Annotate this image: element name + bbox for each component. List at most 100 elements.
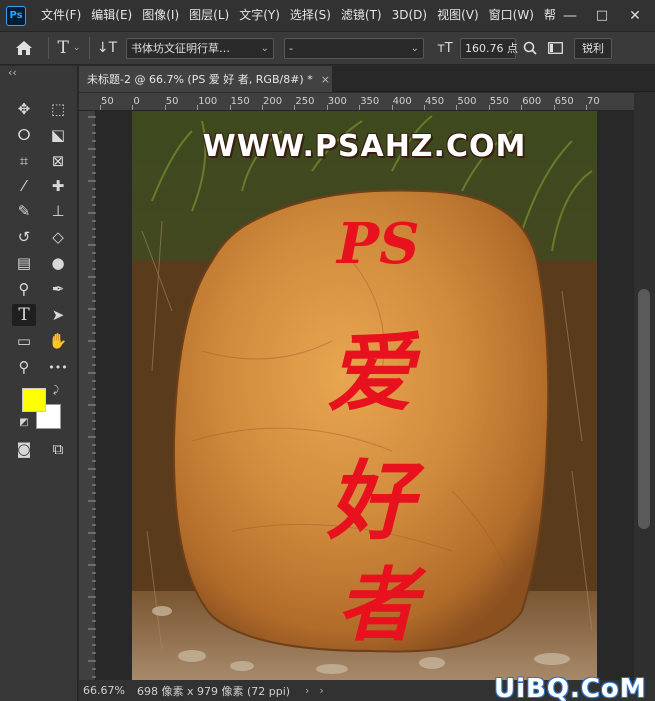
font-style-value: - xyxy=(289,41,293,55)
status-arrow-icon[interactable]: › xyxy=(305,684,309,697)
toggle-orientation-button[interactable]: ↓T xyxy=(90,33,124,63)
dodge-tool-icon: ⚲ xyxy=(18,280,30,298)
pen-tool[interactable]: ✒ xyxy=(46,278,70,300)
ruler-label: 150 xyxy=(230,96,250,107)
ruler-label: 0 xyxy=(133,96,140,107)
ruler-label: 250 xyxy=(295,96,315,107)
healing-tool[interactable]: ✚ xyxy=(46,175,70,197)
menu-type[interactable]: 文字(Y) xyxy=(234,0,285,31)
vertical-ruler xyxy=(79,111,96,680)
blur-tool-icon: ● xyxy=(51,254,65,272)
type-icon: T xyxy=(57,38,69,58)
gradient-tool-icon: ▤ xyxy=(16,254,32,272)
options-bar: T ⌄ ↓T 书体坊文征明行草… ⌄ - ⌄ ᴛT 160.76 点 锐利 xyxy=(0,31,655,65)
font-family-select[interactable]: 书体坊文征明行草… ⌄ xyxy=(126,37,274,59)
menu-select[interactable]: 选择(S) xyxy=(285,0,336,31)
path-select-tool[interactable]: ➤ xyxy=(46,304,70,326)
canvas-area[interactable]: WWW.PSAHZ.COM PS 爱 好 者 xyxy=(97,111,634,680)
home-icon xyxy=(16,41,32,55)
ruler-label: 50 xyxy=(101,96,114,107)
shape-tool-icon: ▭ xyxy=(16,332,32,350)
chevron-down-icon: ⌄ xyxy=(72,43,81,53)
document-tab[interactable]: 未标题-2 @ 66.7% (PS 爱 好 者, RGB/8#) * × xyxy=(79,66,332,92)
scrollbar-thumb[interactable] xyxy=(638,289,650,529)
type-tool-icon: T xyxy=(18,305,30,325)
menu-file[interactable]: 文件(F) xyxy=(36,0,86,31)
ruler-label: 300 xyxy=(327,96,347,107)
hand-tool[interactable]: ✋ xyxy=(46,330,70,352)
panel-toggle-button[interactable] xyxy=(542,33,568,63)
type-tool-preset[interactable]: T ⌄ xyxy=(49,33,89,63)
collapse-icon[interactable]: ‹‹ xyxy=(8,66,17,79)
menu-image[interactable]: 图像(I) xyxy=(137,0,184,31)
marquee-tool[interactable]: ⬚ xyxy=(46,98,70,120)
crop-tool[interactable]: ⌗ xyxy=(12,150,36,172)
document-tab-bar: 未标题-2 @ 66.7% (PS 爱 好 者, RGB/8#) * × xyxy=(79,66,655,92)
font-style-select[interactable]: - ⌄ xyxy=(284,37,424,59)
antialias-select[interactable]: 锐利 xyxy=(574,37,612,59)
ruler-label: 450 xyxy=(425,96,445,107)
photoshop-window: Ps 文件(F) 编辑(E) 图像(I) 图层(L) 文字(Y) 选择(S) 滤… xyxy=(0,0,655,701)
healing-tool-icon: ✚ xyxy=(51,177,65,195)
menu-3d[interactable]: 3D(D) xyxy=(387,0,432,31)
screen-mode-icon: ⧉ xyxy=(52,440,64,458)
vertical-scrollbar[interactable] xyxy=(634,93,655,680)
font-size-icon: ᴛT xyxy=(437,40,453,56)
pen-tool-icon: ✒ xyxy=(51,280,65,298)
crop-tool-icon: ⌗ xyxy=(19,152,29,170)
menu-filter[interactable]: 滤镜(T) xyxy=(336,0,387,31)
dodge-tool[interactable]: ⚲ xyxy=(12,278,36,300)
document-info: 698 像素 x 979 像素 (72 ppi) xyxy=(137,684,291,698)
quick-mask-icon: ◙ xyxy=(16,440,32,458)
path-select-tool-icon: ➤ xyxy=(51,306,65,324)
close-button[interactable]: ✕ xyxy=(621,0,649,31)
type-tool[interactable]: T xyxy=(12,304,36,326)
close-tab-icon[interactable]: × xyxy=(321,73,330,86)
gradient-tool[interactable]: ▤ xyxy=(12,252,36,274)
ruler-label: 200 xyxy=(263,96,283,107)
swap-colors-icon[interactable]: ⤸ xyxy=(50,384,62,396)
eyedropper-tool[interactable]: ⁄ xyxy=(12,175,36,197)
status-arrow-icon[interactable]: › xyxy=(319,684,323,697)
ruler-label: 100 xyxy=(198,96,218,107)
tools-panel: ‹‹ ✥ ⬚ ⵔ ⬕ ⌗ ⊠ ⁄ ✚ ✎ ⊥ ↺ ◇ ▤ ● ⚲ ✒ T ➤ ▭ ✋ ⚲ ••• ⤸ ◩ ◙ ⧉ xyxy=(0,66,78,701)
website-title-text: WWW.PSAHZ.COM xyxy=(202,129,527,164)
menu-edit[interactable]: 编辑(E) xyxy=(86,0,137,31)
default-colors-icon[interactable]: ◩ xyxy=(18,416,30,428)
menu-view[interactable]: 视图(V) xyxy=(432,0,484,31)
quick-mask[interactable]: ◙ xyxy=(12,438,36,460)
home-button[interactable] xyxy=(0,33,48,63)
document-canvas[interactable]: WWW.PSAHZ.COM PS 爱 好 者 xyxy=(132,111,597,680)
zoom-level[interactable]: 66.67% xyxy=(79,684,137,697)
quick-select-tool[interactable]: ⬕ xyxy=(46,124,70,146)
more-tools[interactable]: ••• xyxy=(46,356,70,378)
minimize-button[interactable]: — xyxy=(556,0,584,31)
app-logo[interactable]: Ps xyxy=(6,5,26,26)
frame-tool[interactable]: ⊠ xyxy=(46,150,70,172)
stamp-tool[interactable]: ⊥ xyxy=(46,200,70,222)
ruler-label: 400 xyxy=(392,96,412,107)
zoom-tool[interactable]: ⚲ xyxy=(12,356,36,378)
screen-mode[interactable]: ⧉ xyxy=(46,438,70,460)
canvas-text-hao: 好 xyxy=(327,451,413,552)
history-brush-tool[interactable]: ↺ xyxy=(12,226,36,248)
maximize-button[interactable]: □ xyxy=(588,0,616,31)
search-button[interactable] xyxy=(518,33,542,63)
brush-tool-icon: ✎ xyxy=(17,202,31,220)
blur-tool[interactable]: ● xyxy=(46,252,70,274)
brush-tool[interactable]: ✎ xyxy=(12,200,36,222)
shape-tool[interactable]: ▭ xyxy=(12,330,36,352)
move-tool[interactable]: ✥ xyxy=(12,98,36,120)
menu-layer[interactable]: 图层(L) xyxy=(184,0,234,31)
more-tools-icon: ••• xyxy=(48,360,68,374)
foreground-color-swatch[interactable] xyxy=(22,388,46,412)
menu-window[interactable]: 窗口(W) xyxy=(484,0,539,31)
eraser-tool[interactable]: ◇ xyxy=(46,226,70,248)
search-icon xyxy=(523,41,537,55)
chevron-down-icon: ⌄ xyxy=(260,42,269,54)
font-size-field[interactable]: 160.76 点 xyxy=(460,37,518,59)
ruler-label: 500 xyxy=(457,96,477,107)
lasso-tool[interactable]: ⵔ xyxy=(12,124,36,146)
document-tab-title: 未标题-2 @ 66.7% (PS 爱 好 者, RGB/8#) * xyxy=(87,73,313,86)
text-orientation-icon: ↓T xyxy=(96,40,118,56)
